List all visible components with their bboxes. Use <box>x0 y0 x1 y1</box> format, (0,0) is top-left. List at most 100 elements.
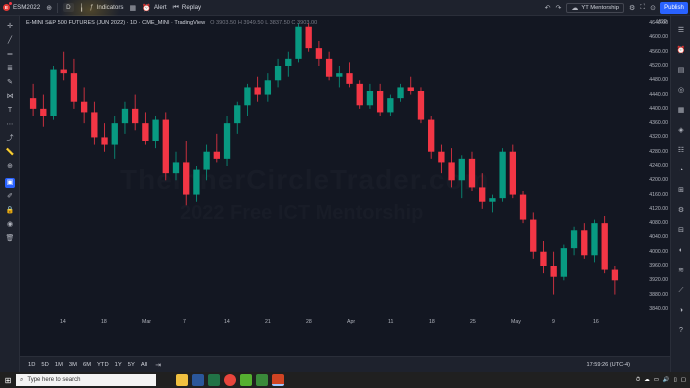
volume-icon[interactable]: 🔊 <box>663 377 670 383</box>
app-green-icon[interactable] <box>256 374 268 386</box>
price-tick-label: 4600.00 <box>649 34 668 41</box>
windows-start-icon[interactable]: ⊞ <box>0 372 16 388</box>
forecast-icon[interactable]: ⤴ <box>5 134 15 144</box>
price-tick-label: 4320.00 <box>649 134 668 141</box>
candle-body <box>560 248 568 277</box>
notifications-tray-icon[interactable]: ▢ <box>681 377 686 383</box>
widget-sidebar: ☰ ⏰ ▤ ◎ ▦ ◈ ☷ ◔ ⊞ ⚙ ⊟ ◐ ≋ ⟋ ◑ ? <box>670 16 690 372</box>
taskbar-search-input[interactable]: ⌕ Type here to search <box>16 374 156 386</box>
text-tool-icon[interactable]: T <box>5 106 15 116</box>
candle <box>550 251 557 295</box>
chart-pane[interactable]: TheInnerCircleTrader.com 2022 Free ICT M… <box>20 16 670 356</box>
lock-icon[interactable]: 🔒 <box>5 206 15 216</box>
file-explorer-icon[interactable] <box>176 374 188 386</box>
word-icon[interactable] <box>192 374 204 386</box>
screener-icon[interactable]: ≋ <box>676 266 686 276</box>
magnet-icon[interactable]: ▣ <box>5 178 15 188</box>
chat-icon[interactable]: ☷ <box>676 146 686 156</box>
range-1d[interactable]: 1D <box>28 362 35 368</box>
candle-body <box>407 87 414 91</box>
help-icon[interactable]: ? <box>676 326 686 336</box>
range-5y[interactable]: 5Y <box>128 362 135 368</box>
chart-type-button[interactable]: ╽ <box>77 0 87 16</box>
trend-line-icon[interactable]: ╱ <box>5 36 15 46</box>
alarm-clock-icon: ⏰ <box>142 4 151 12</box>
candle <box>152 116 159 149</box>
hotlist-icon[interactable]: ◎ <box>676 86 686 96</box>
range-5d[interactable]: 5D <box>41 362 48 368</box>
indicators-button[interactable]: ƒ Indicators <box>87 0 127 16</box>
calendar-icon[interactable]: ▦ <box>676 106 686 116</box>
settings-gear-icon[interactable]: ⚙ <box>629 4 635 12</box>
layouts-button[interactable]: ▦ <box>126 0 139 16</box>
camtasia-icon[interactable] <box>240 374 252 386</box>
recorder-icon[interactable] <box>272 374 284 386</box>
fullscreen-icon[interactable]: ⛶ <box>640 4 645 12</box>
redo-icon[interactable]: ↷ <box>555 4 561 12</box>
trading-panel-icon[interactable]: ⟋ <box>676 286 686 296</box>
battery-icon[interactable]: ▯ <box>674 377 677 383</box>
layout-name-button[interactable]: ☁ YT Mentorship <box>566 3 624 13</box>
undo-icon[interactable]: ↶ <box>545 4 551 12</box>
ideas-icon[interactable]: ◈ <box>676 126 686 136</box>
candle-body <box>570 230 578 249</box>
fib-retracement-icon[interactable]: ≣ <box>5 64 15 74</box>
range-6m[interactable]: 6M <box>83 362 91 368</box>
clock-tray-icon[interactable]: ⏱ <box>636 377 640 384</box>
search-icon: ⌕ <box>20 376 24 383</box>
candle-body <box>29 98 37 109</box>
ruler-icon[interactable]: 📏 <box>5 148 15 158</box>
candle-body <box>387 98 394 113</box>
zoom-in-icon[interactable]: ⊕ <box>5 162 15 172</box>
alert-button[interactable]: ⏰ Alert <box>139 0 169 16</box>
excel-icon[interactable] <box>208 374 220 386</box>
range-ytd[interactable]: YTD <box>97 362 109 368</box>
candle-body <box>285 58 292 66</box>
range-all[interactable]: All <box>141 362 147 368</box>
brush-icon[interactable]: ✎ <box>5 78 15 88</box>
replay-label: Replay <box>181 4 202 11</box>
goto-date-icon[interactable]: ⇥ <box>155 361 161 369</box>
alerts-icon[interactable]: ⏰ <box>676 46 686 56</box>
candle <box>193 166 200 202</box>
symbol-search-button[interactable]: E ESM2022 <box>0 0 43 16</box>
trash-icon[interactable]: 🗑 <box>5 234 15 244</box>
streams-icon[interactable]: ◔ <box>676 166 686 176</box>
candle <box>489 194 496 213</box>
object-tree-icon[interactable]: ⚙ <box>676 206 686 216</box>
symbol-label: ESM2022 <box>13 4 41 11</box>
candle <box>366 83 374 109</box>
notifications-icon[interactable]: ◑ <box>676 306 686 316</box>
pine-editor-icon[interactable]: ⊟ <box>676 226 686 236</box>
candle-body <box>468 158 476 188</box>
measure-icon[interactable]: ⋯ <box>5 120 15 130</box>
data-window-icon[interactable]: ▤ <box>676 66 686 76</box>
range-3m[interactable]: 3M <box>69 362 77 368</box>
strategy-icon[interactable]: ◐ <box>676 246 686 256</box>
news-icon[interactable]: ⊞ <box>676 186 686 196</box>
price-axis[interactable]: USD 4640.00 4600.00 4560.00 4520.00 4480.00 4… <box>630 16 670 316</box>
horizontal-line-icon[interactable]: ═ <box>5 50 15 60</box>
candle <box>611 266 619 295</box>
candle <box>213 133 220 163</box>
price-tick-label: 4160.00 <box>649 191 668 198</box>
cloud-tray-icon[interactable]: ☁ <box>644 377 650 383</box>
chrome-icon[interactable] <box>224 374 236 386</box>
compare-button[interactable]: ⊕ <box>43 0 55 16</box>
crosshair-cursor-icon[interactable]: ✛ <box>5 22 15 32</box>
candle-body <box>305 26 312 49</box>
watchlist-icon[interactable]: ☰ <box>676 26 686 36</box>
range-1y[interactable]: 1Y <box>115 362 122 368</box>
pencil-lock-icon[interactable]: ✐ <box>5 192 15 202</box>
interval-button[interactable]: D <box>60 0 76 16</box>
pattern-icon[interactable]: ⋈ <box>5 92 15 102</box>
time-axis[interactable]: 14 18 Mar 7 14 21 28 Apr 11 18 25 May 9 16 <box>20 316 630 356</box>
replay-button[interactable]: ⏮ Replay <box>170 0 205 16</box>
date-tick-label: 9 <box>552 319 555 325</box>
camera-icon[interactable]: ⊙ <box>650 4 656 12</box>
candle <box>397 83 404 102</box>
range-1m[interactable]: 1M <box>55 362 63 368</box>
eye-icon[interactable]: ◉ <box>5 220 15 230</box>
publish-button[interactable]: Publish <box>660 2 688 14</box>
network-icon[interactable]: ▭ <box>654 377 659 383</box>
